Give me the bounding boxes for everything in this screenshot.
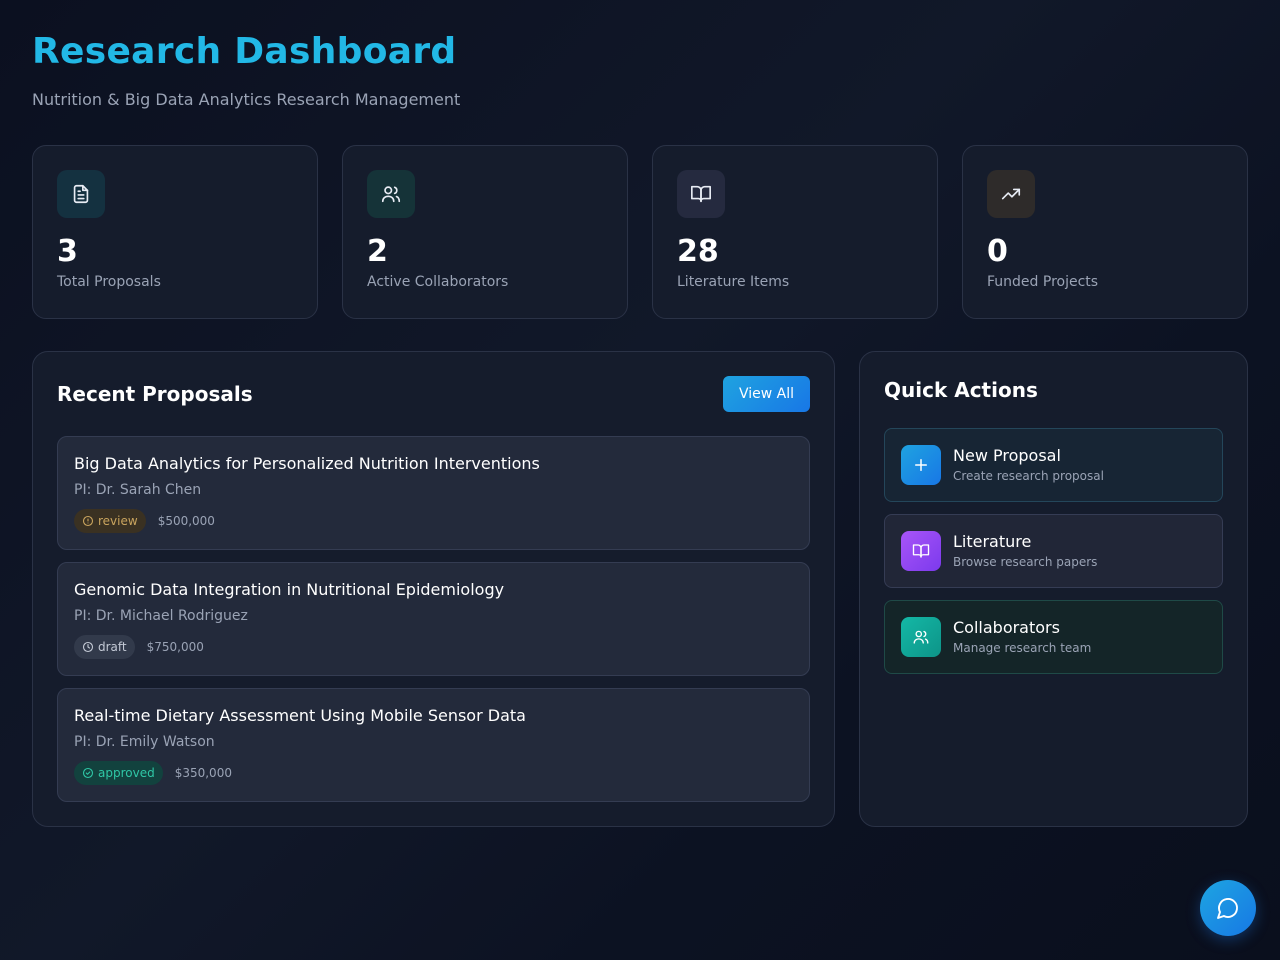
proposal-list: Big Data Analytics for Personalized Nutr… <box>57 436 810 802</box>
recent-proposals-panel: Recent Proposals View All Big Data Analy… <box>32 351 835 827</box>
stat-label: Total Proposals <box>57 274 161 290</box>
stat-label: Funded Projects <box>987 274 1099 290</box>
stat-label: Literature Items <box>677 274 790 290</box>
page-subtitle: Nutrition & Big Data Analytics Research … <box>32 90 461 109</box>
proposal-meta: approved $350,000 <box>74 761 793 785</box>
action-description: Browse research papers <box>953 555 1098 569</box>
stat-label: Active Collaborators <box>367 274 509 290</box>
proposal-title: Big Data Analytics for Personalized Nutr… <box>74 454 540 473</box>
proposal-pi: PI: Dr. Emily Watson <box>74 734 215 750</box>
action-text: Collaborators Manage research team <box>953 618 1091 656</box>
clock-icon <box>82 641 94 653</box>
proposal-title: Genomic Data Integration in Nutritional … <box>74 580 505 599</box>
proposal-item[interactable]: Big Data Analytics for Personalized Nutr… <box>57 436 810 550</box>
action-label: Literature <box>953 532 1032 551</box>
users-icon <box>901 617 941 657</box>
proposal-meta: draft $750,000 <box>74 635 793 659</box>
panel-title: Recent Proposals <box>57 382 253 406</box>
book-icon <box>677 170 725 218</box>
collaborators-action[interactable]: Collaborators Manage research team <box>884 600 1223 674</box>
document-icon <box>57 170 105 218</box>
new-proposal-action[interactable]: New Proposal Create research proposal <box>884 428 1223 502</box>
proposal-amount: $350,000 <box>174 766 232 780</box>
trending-up-icon <box>987 170 1035 218</box>
panel-header: Recent Proposals View All <box>57 376 810 412</box>
chat-icon <box>1217 898 1238 919</box>
stat-value: 0 <box>987 234 1008 269</box>
action-text: Literature Browse research papers <box>953 532 1097 570</box>
stats-row: 3 Total Proposals 2 Active Collaborators… <box>32 145 1248 319</box>
alert-circle-icon <box>82 515 94 527</box>
status-text: approved <box>98 766 155 780</box>
stat-card-funded: 0 Funded Projects <box>962 145 1248 319</box>
status-badge: draft <box>74 635 135 659</box>
proposal-amount: $750,000 <box>146 640 204 654</box>
view-all-button[interactable]: View All <box>723 376 810 412</box>
action-list: New Proposal Create research proposal Li… <box>884 428 1223 674</box>
page-title: Research Dashboard <box>32 31 457 72</box>
status-badge: approved <box>74 761 163 785</box>
stat-value: 28 <box>677 234 719 269</box>
stat-value: 3 <box>57 234 78 269</box>
users-icon <box>367 170 415 218</box>
proposal-pi: PI: Dr. Michael Rodriguez <box>74 608 248 624</box>
action-label: New Proposal <box>953 446 1061 465</box>
action-label: Collaborators <box>953 618 1060 637</box>
dashboard-page: Research Dashboard Nutrition & Big Data … <box>0 0 1280 960</box>
status-text: review <box>98 514 138 528</box>
stat-card-proposals: 3 Total Proposals <box>32 145 318 319</box>
action-text: New Proposal Create research proposal <box>953 446 1104 484</box>
main-content: Recent Proposals View All Big Data Analy… <box>32 351 1248 827</box>
panel-title: Quick Actions <box>884 378 1038 402</box>
stat-card-collaborators: 2 Active Collaborators <box>342 145 628 319</box>
proposal-item[interactable]: Genomic Data Integration in Nutritional … <box>57 562 810 676</box>
book-icon <box>901 531 941 571</box>
proposal-meta: review $500,000 <box>74 509 793 533</box>
quick-actions-panel: Quick Actions New Proposal Create resear… <box>859 351 1248 827</box>
check-circle-icon <box>82 767 94 779</box>
proposal-pi: PI: Dr. Sarah Chen <box>74 482 202 498</box>
action-description: Manage research team <box>953 641 1092 655</box>
page-header: Research Dashboard Nutrition & Big Data … <box>32 0 1248 110</box>
proposal-item[interactable]: Real-time Dietary Assessment Using Mobil… <box>57 688 810 802</box>
proposal-amount: $500,000 <box>157 514 215 528</box>
literature-action[interactable]: Literature Browse research papers <box>884 514 1223 588</box>
plus-icon <box>901 445 941 485</box>
proposal-title: Real-time Dietary Assessment Using Mobil… <box>74 706 526 725</box>
chat-button[interactable] <box>1200 880 1256 936</box>
status-badge: review <box>74 509 146 533</box>
status-text: draft <box>98 640 127 654</box>
stat-card-literature: 28 Literature Items <box>652 145 938 319</box>
action-description: Create research proposal <box>953 469 1104 483</box>
stat-value: 2 <box>367 234 388 269</box>
